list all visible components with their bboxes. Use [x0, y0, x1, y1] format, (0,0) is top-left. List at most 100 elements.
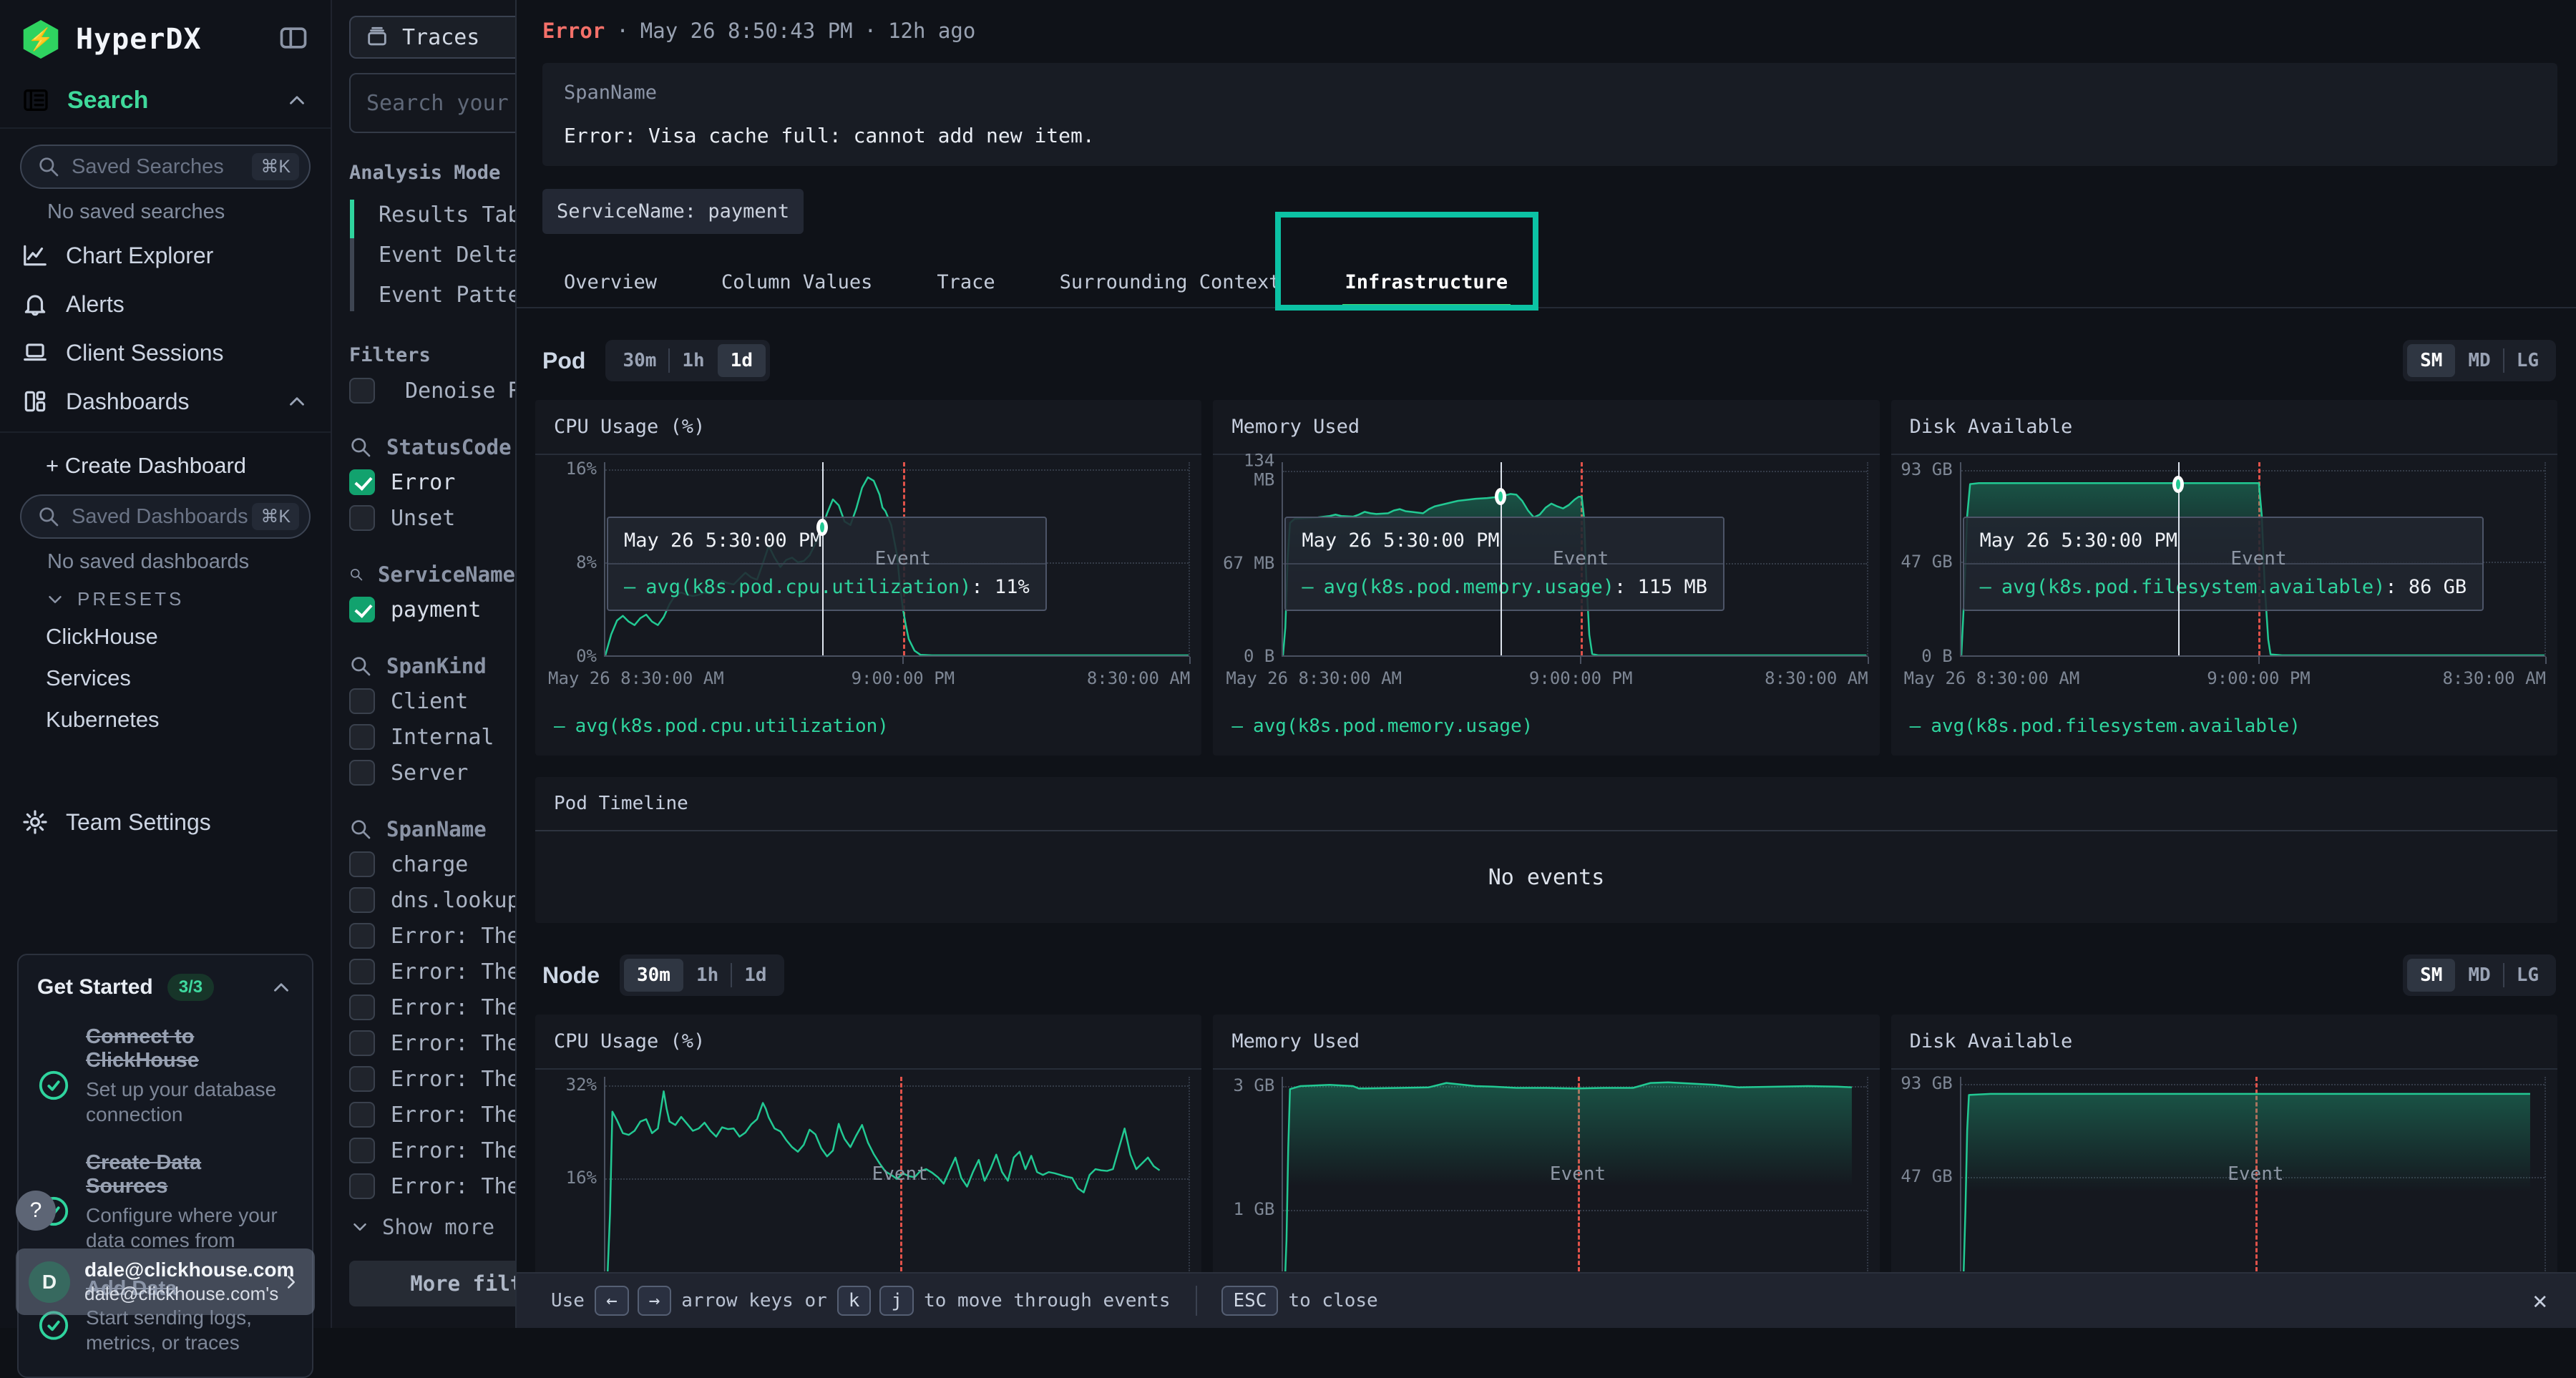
pod-range-1h[interactable]: 1h	[669, 344, 717, 377]
source-select-button[interactable]: Traces	[349, 16, 515, 59]
sidebar-item-search[interactable]: Search	[0, 73, 331, 129]
sidebar-item-client-sessions[interactable]: Client Sessions	[0, 328, 331, 377]
get-started-item[interactable]: Create Data Sources Configure where your…	[37, 1151, 293, 1253]
checkbox[interactable]	[349, 760, 375, 786]
service-name-chip[interactable]: ServiceName: payment	[542, 189, 804, 234]
filter-group-spankind[interactable]: SpanKind	[349, 654, 515, 678]
filter-group-servicename[interactable]: ServiceName	[349, 562, 515, 587]
node-size-md[interactable]: MD	[2455, 959, 2503, 992]
checkbox[interactable]	[349, 887, 375, 913]
filter-option[interactable]: Internal	[349, 724, 515, 750]
detail-tab[interactable]: Column Values	[703, 257, 891, 307]
saved-dashboards-input[interactable]	[72, 505, 252, 529]
filter-option[interactable]: Error: The cr	[349, 959, 515, 984]
pod-range-30m[interactable]: 30m	[610, 344, 669, 377]
preset-dashboard-link[interactable]: ClickHouse	[46, 616, 331, 658]
chevron-up-icon[interactable]	[269, 975, 293, 1000]
sidebar-item-dashboards[interactable]: Dashboards	[0, 377, 331, 426]
checkbox[interactable]	[349, 995, 375, 1020]
node-range-1h[interactable]: 1h	[683, 959, 731, 992]
event-search-box[interactable]	[349, 73, 515, 133]
filter-option[interactable]: Error: The cr	[349, 1030, 515, 1056]
checkbox[interactable]	[349, 469, 375, 495]
checkbox[interactable]	[349, 1102, 375, 1128]
node-range-30m[interactable]: 30m	[624, 959, 683, 992]
filter-option[interactable]: Error: The cr	[349, 1138, 515, 1163]
filter-option[interactable]: Error: The cr	[349, 995, 515, 1020]
presets-toggle[interactable]: PRESETS	[44, 588, 331, 610]
x-tick-label: May 26 8:30:00 AM	[1226, 668, 1402, 688]
x-tick-label: May 26 8:30:00 AM	[1904, 668, 2080, 688]
checkbox[interactable]	[349, 688, 375, 714]
k-key[interactable]: k	[837, 1286, 872, 1316]
node-size-sm[interactable]: SM	[2407, 959, 2455, 992]
analysis-mode-option[interactable]: Results Table	[350, 195, 515, 235]
arrow-right-key[interactable]: →	[638, 1286, 672, 1316]
help-button[interactable]: ?	[16, 1191, 56, 1231]
pod-size-lg[interactable]: LG	[2504, 344, 2552, 377]
arrow-left-key[interactable]: ←	[595, 1286, 629, 1316]
analysis-mode-option[interactable]: Event Patterns	[350, 275, 515, 316]
checkbox[interactable]	[349, 851, 375, 877]
sidebar-item-alerts[interactable]: Alerts	[0, 280, 331, 328]
saved-dashboards-search[interactable]: ⌘K	[20, 494, 311, 539]
checkbox[interactable]	[349, 923, 375, 949]
filter-option[interactable]: Unset	[349, 505, 515, 531]
checkbox[interactable]	[349, 724, 375, 750]
pod-size-sm[interactable]: SM	[2407, 344, 2455, 377]
pod-size-md[interactable]: MD	[2455, 344, 2503, 377]
preset-dashboard-link[interactable]: Services	[46, 658, 331, 699]
preset-dashboard-link[interactable]: Kubernetes	[46, 699, 331, 741]
saved-searches-input[interactable]	[72, 155, 252, 179]
sidebar-item-team-settings[interactable]: Team Settings	[0, 798, 331, 846]
more-filters-button[interactable]: More filters	[349, 1261, 515, 1306]
sidebar-collapse-icon[interactable]	[278, 22, 309, 57]
filter-group-spanname[interactable]: SpanName	[349, 817, 515, 841]
checkbox[interactable]	[349, 959, 375, 984]
filter-option[interactable]: Error: The cr	[349, 1066, 515, 1092]
detail-tab[interactable]: Overview	[545, 257, 675, 307]
checkbox[interactable]	[349, 1030, 375, 1056]
filter-option[interactable]: payment	[349, 597, 515, 622]
sidebar-item-chart-explorer[interactable]: Chart Explorer	[0, 231, 331, 280]
filter-option[interactable]: Error: The cr	[349, 923, 515, 949]
filter-option[interactable]: Server	[349, 760, 515, 786]
chevron-up-icon[interactable]	[285, 389, 309, 414]
pod-disk-chart[interactable]: 93 GB47 GB0 BEventMay 26 5:30:00 PM—avg(…	[1891, 455, 2557, 707]
filter-option[interactable]: dns.lookup	[349, 887, 515, 913]
filter-group-statuscode[interactable]: StatusCode	[349, 435, 515, 459]
checkbox[interactable]	[349, 1173, 375, 1199]
esc-key[interactable]: ESC	[1221, 1286, 1278, 1316]
filter-option[interactable]: Client	[349, 688, 515, 714]
user-menu[interactable]: D dale@clickhouse.com dale@clickhouse.co…	[16, 1248, 315, 1315]
filter-option[interactable]: Error: The cr	[349, 1173, 515, 1199]
create-dashboard-button[interactable]: + Create Dashboard	[46, 453, 331, 479]
j-key[interactable]: j	[879, 1286, 914, 1316]
node-range-1d[interactable]: 1d	[731, 959, 779, 992]
checkbox[interactable]	[349, 1138, 375, 1163]
denoise-toggle[interactable]: Denoise Results	[349, 378, 515, 404]
close-icon[interactable]: ✕	[2533, 1286, 2547, 1315]
node-size-lg[interactable]: LG	[2504, 959, 2552, 992]
pod-range-1d[interactable]: 1d	[718, 344, 766, 377]
checkbox[interactable]	[349, 597, 375, 622]
detail-tab[interactable]: Trace	[918, 257, 1013, 307]
event-search-input[interactable]	[366, 91, 515, 116]
checkbox[interactable]	[349, 505, 375, 531]
chevron-up-icon[interactable]	[285, 88, 309, 112]
filter-option[interactable]: Error: The cr	[349, 1102, 515, 1128]
detail-tab[interactable]: Surrounding Context	[1041, 257, 1299, 307]
pod-section-title: Pod	[542, 348, 585, 374]
node-range-control: 30m 1h 1d	[620, 954, 784, 996]
filter-option[interactable]: Error	[349, 469, 515, 495]
get-started-item[interactable]: Connect to ClickHouse Set up your databa…	[37, 1025, 293, 1127]
analysis-mode-option[interactable]: Event Deltas	[350, 235, 515, 275]
filter-option[interactable]: charge	[349, 851, 515, 877]
pod-cpu-chart[interactable]: 16%8%0%EventMay 26 5:30:00 PM—avg(k8s.po…	[535, 455, 1201, 707]
pod-memory-chart[interactable]: 134 MB67 MB0 BEventMay 26 5:30:00 PM—avg…	[1213, 455, 1879, 707]
saved-searches-search[interactable]: ⌘K	[20, 145, 311, 189]
checkbox[interactable]	[349, 1066, 375, 1092]
show-more-button[interactable]: Show more	[349, 1215, 515, 1239]
checkbox[interactable]	[349, 378, 375, 404]
chart-legend: — avg(k8s.pod.memory.usage)	[1213, 707, 1879, 756]
